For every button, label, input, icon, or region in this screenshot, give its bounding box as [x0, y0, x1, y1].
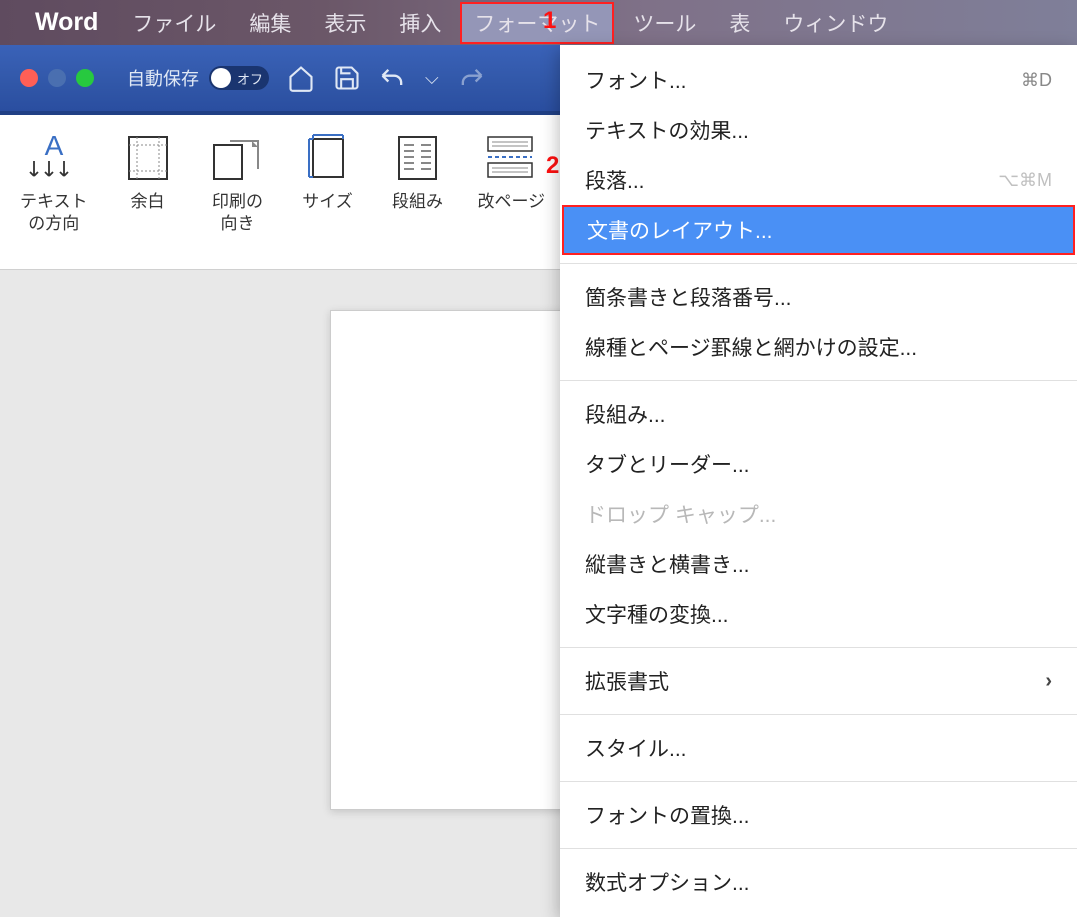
- annotation-1: 1: [543, 7, 556, 35]
- maximize-window-button[interactable]: [76, 69, 94, 87]
- undo-icon[interactable]: [379, 64, 407, 92]
- home-icon[interactable]: [287, 64, 315, 92]
- menu-font[interactable]: フォント... ⌘D: [560, 55, 1077, 105]
- menu-item-label: 拡張書式: [585, 666, 669, 696]
- ribbon-columns[interactable]: 段組み: [388, 130, 448, 213]
- menu-document-layout[interactable]: 文書のレイアウト...: [562, 205, 1075, 255]
- menu-borders-shading[interactable]: 線種とページ罫線と網かけの設定...: [560, 322, 1077, 372]
- margins-icon: [118, 130, 178, 185]
- save-icon[interactable]: [333, 64, 361, 92]
- menu-item-label: ドロップ キャップ...: [585, 499, 776, 529]
- ribbon-label: サイズ: [302, 191, 353, 213]
- chevron-right-icon: ›: [1045, 670, 1052, 693]
- menu-item-label: タブとリーダー...: [585, 449, 750, 479]
- undo-dropdown-icon[interactable]: ⌵: [425, 68, 439, 89]
- menu-item-label: 縦書きと横書き...: [585, 549, 750, 579]
- menu-insert[interactable]: 挿入: [385, 2, 455, 44]
- breaks-icon: [481, 130, 541, 185]
- menu-item-label: 段組み...: [585, 399, 666, 429]
- close-window-button[interactable]: [20, 69, 38, 87]
- menu-item-label: テキストの効果...: [585, 115, 749, 145]
- menu-item-label: 線種とページ罫線と網かけの設定...: [585, 332, 917, 362]
- menu-item-label: 段落...: [585, 165, 645, 195]
- autosave-label: 自動保存: [127, 65, 199, 91]
- ribbon-margins[interactable]: 余白: [118, 130, 178, 213]
- autosave-state: オフ: [237, 69, 263, 88]
- menu-separator: [560, 647, 1077, 648]
- menu-separator: [560, 781, 1077, 782]
- menu-equation-options[interactable]: 数式オプション...: [560, 857, 1077, 907]
- autosave-toggle[interactable]: オフ: [209, 66, 269, 90]
- menu-text-effects[interactable]: テキストの効果...: [560, 105, 1077, 155]
- ribbon-size[interactable]: サイズ: [298, 130, 358, 213]
- menu-bullets-numbering[interactable]: 箇条書きと段落番号...: [560, 272, 1077, 322]
- menu-item-label: 箇条書きと段落番号...: [585, 282, 792, 312]
- minimize-window-button[interactable]: [48, 69, 66, 87]
- menu-drop-cap: ドロップ キャップ...: [560, 489, 1077, 539]
- menu-format[interactable]: フォーマット: [460, 2, 614, 44]
- menu-table[interactable]: 表: [715, 2, 764, 44]
- ribbon-label: 印刷の 向き: [212, 191, 263, 235]
- menu-shortcut: ⌘D: [1021, 70, 1052, 91]
- autosave-knob: [211, 68, 231, 88]
- menu-text-direction[interactable]: 縦書きと横書き...: [560, 539, 1077, 589]
- ribbon-breaks[interactable]: 改ページ: [478, 130, 546, 213]
- menu-item-label: スタイル...: [585, 733, 687, 763]
- columns-icon: [388, 130, 448, 185]
- menu-item-label: フォント...: [585, 65, 687, 95]
- macos-menubar: Word ファイル 編集 表示 挿入 フォーマット ツール 表 ウィンドウ: [0, 0, 1077, 45]
- ribbon-label: 余白: [131, 191, 165, 213]
- menu-separator: [560, 263, 1077, 264]
- menu-separator: [560, 714, 1077, 715]
- menu-shortcut: ⌥⌘M: [998, 170, 1052, 191]
- menu-separator: [560, 380, 1077, 381]
- menu-extended-formatting[interactable]: 拡張書式 ›: [560, 656, 1077, 706]
- menu-style[interactable]: スタイル...: [560, 723, 1077, 773]
- menu-change-case[interactable]: 文字種の変換...: [560, 589, 1077, 639]
- size-icon: [298, 130, 358, 185]
- menu-separator: [560, 848, 1077, 849]
- orientation-icon: [208, 130, 268, 185]
- ribbon-text-direction[interactable]: A テキスト の方向: [20, 130, 88, 235]
- menu-font-substitution[interactable]: フォントの置換...: [560, 790, 1077, 840]
- menu-tools[interactable]: ツール: [619, 2, 710, 44]
- autosave-control: 自動保存 オフ: [127, 65, 269, 91]
- menu-item-label: 文字種の変換...: [585, 599, 729, 629]
- annotation-2: 2: [546, 152, 559, 180]
- traffic-lights: [20, 69, 94, 87]
- svg-text:A: A: [44, 133, 63, 161]
- ribbon-orientation[interactable]: 印刷の 向き: [208, 130, 268, 235]
- menu-window[interactable]: ウィンドウ: [769, 2, 902, 44]
- redo-icon[interactable]: [457, 64, 485, 92]
- app-name[interactable]: Word: [35, 8, 98, 37]
- format-dropdown-menu: フォント... ⌘D テキストの効果... 段落... ⌥⌘M 文書のレイアウト…: [560, 45, 1077, 917]
- ribbon-label: 改ページ: [478, 191, 546, 213]
- menu-item-label: 数式オプション...: [585, 867, 750, 897]
- menu-view[interactable]: 表示: [310, 2, 380, 44]
- menu-paragraph[interactable]: 段落... ⌥⌘M: [560, 155, 1077, 205]
- menu-columns[interactable]: 段組み...: [560, 389, 1077, 439]
- menu-edit[interactable]: 編集: [235, 2, 305, 44]
- menu-item-label: 文書のレイアウト...: [587, 215, 773, 245]
- menu-tabs[interactable]: タブとリーダー...: [560, 439, 1077, 489]
- menu-file[interactable]: ファイル: [118, 2, 230, 44]
- text-direction-icon: A: [24, 130, 84, 185]
- menu-item-label: フォントの置換...: [585, 800, 750, 830]
- ribbon-label: 段組み: [392, 191, 443, 213]
- ribbon-label: テキスト の方向: [20, 191, 88, 235]
